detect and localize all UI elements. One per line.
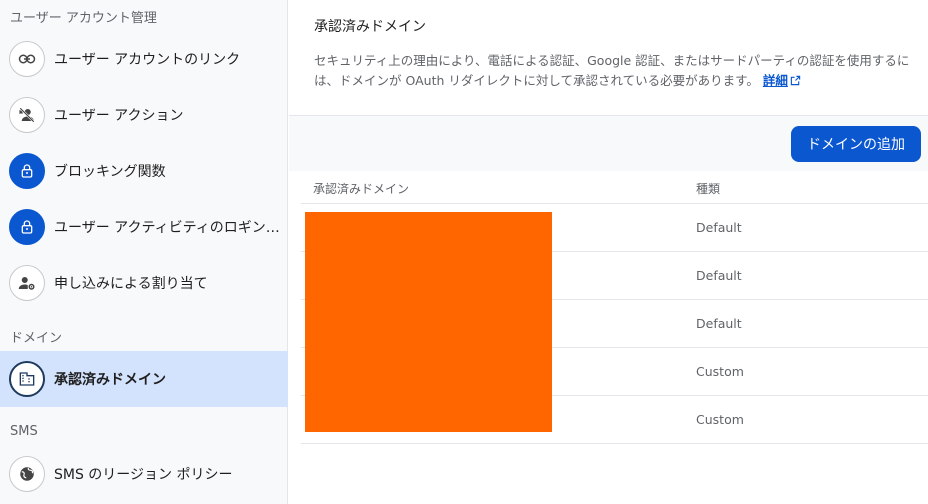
person-remove-icon: [9, 97, 45, 133]
column-header-type: 種類: [696, 182, 721, 196]
page-description: セキュリティ上の理由により、電話による認証、Google 認証、またはサードパー…: [314, 51, 914, 91]
domain-type: Default: [696, 316, 742, 331]
add-domain-button[interactable]: ドメインの追加: [791, 126, 921, 162]
description-text: セキュリティ上の理由により、電話による認証、Google 認証、またはサードパー…: [314, 53, 910, 88]
table-toolbar: ドメインの追加: [289, 115, 928, 171]
sidebar-item-account-linking[interactable]: ユーザー アカウントのリンク: [0, 31, 288, 87]
person-gear-icon: [9, 265, 45, 301]
sidebar-item-quota-by-application[interactable]: 申し込みによる割り当て: [0, 255, 288, 311]
learn-more-link[interactable]: 詳細: [763, 73, 801, 88]
sidebar-item-label: ブロッキング関数: [54, 164, 166, 180]
domain-icon: [9, 361, 45, 397]
sidebar-item-user-actions[interactable]: ユーザー アクション: [0, 87, 288, 143]
page-title: 承認済みドメイン: [314, 19, 426, 35]
domain-type: Default: [696, 268, 742, 283]
sidebar-item-label: 申し込みによる割り当て: [54, 276, 208, 292]
domain-type: Default: [696, 220, 742, 235]
sidebar: ユーザー アカウント管理 ユーザー アカウントのリンク ユーザー アクション ブ…: [0, 0, 288, 504]
section-header-sms: SMS: [10, 424, 38, 439]
sidebar-item-label: 承認済みドメイン: [54, 372, 166, 388]
lock-icon: [9, 153, 45, 189]
sidebar-item-label: ユーザー アクション: [54, 108, 184, 124]
lock-icon: [9, 209, 45, 245]
globe-icon: [9, 456, 45, 492]
sidebar-item-label: SMS のリージョン ポリシー: [54, 467, 233, 483]
sidebar-item-label: ユーザー アカウントのリンク: [54, 52, 241, 68]
sidebar-item-user-activity-logging[interactable]: ユーザー アクティビティのロギン…: [0, 199, 288, 255]
section-header-user-account-management: ユーザー アカウント管理: [10, 11, 157, 26]
sidebar-item-blocking-functions[interactable]: ブロッキング関数: [0, 143, 288, 199]
open-external-icon: [790, 75, 801, 86]
sidebar-item-label: ユーザー アクティビティのロギン…: [54, 220, 280, 236]
domain-type: Custom: [696, 364, 744, 379]
column-header-domain: 承認済みドメイン: [313, 182, 410, 196]
sidebar-item-sms-region-policy[interactable]: SMS のリージョン ポリシー: [0, 446, 288, 502]
link-icon: [9, 41, 45, 77]
section-header-domain: ドメイン: [10, 331, 63, 346]
domain-type: Custom: [696, 412, 744, 427]
redaction-box: [305, 212, 552, 432]
sidebar-item-authorized-domains[interactable]: 承認済みドメイン: [0, 351, 288, 407]
table-header: 承認済みドメイン 種類: [301, 171, 928, 204]
